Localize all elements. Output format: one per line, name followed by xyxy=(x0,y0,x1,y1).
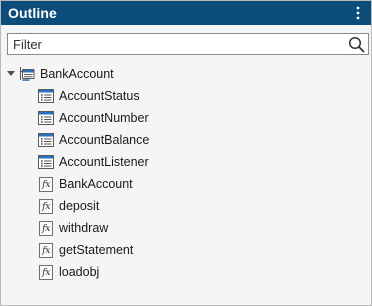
tree-property-item[interactable]: AccountListener xyxy=(1,151,371,173)
panel-titlebar: Outline xyxy=(1,1,371,25)
tree-method-item[interactable]: fx withdraw xyxy=(1,217,371,239)
property-icon xyxy=(38,154,54,170)
tree-item-label: deposit xyxy=(59,199,100,213)
tree-root-label: BankAccount xyxy=(40,67,114,81)
tree-property-item[interactable]: AccountStatus xyxy=(1,85,371,107)
property-icon xyxy=(38,110,54,126)
tree-property-item[interactable]: AccountBalance xyxy=(1,129,371,151)
expand-arrow-icon[interactable] xyxy=(6,70,15,79)
tree-item-label: getStatement xyxy=(59,243,134,257)
outline-tree: BankAccount AccountStatus AccountNumber … xyxy=(1,63,371,283)
class-icon xyxy=(19,66,35,82)
function-icon: fx xyxy=(39,264,53,280)
tree-property-item[interactable]: AccountNumber xyxy=(1,107,371,129)
filter-input[interactable] xyxy=(8,34,338,54)
tree-method-item[interactable]: fx getStatement xyxy=(1,239,371,261)
property-icon xyxy=(38,132,54,148)
tree-item-label: withdraw xyxy=(59,221,109,235)
property-icon xyxy=(38,88,54,104)
tree-method-item[interactable]: fx loadobj xyxy=(1,261,371,283)
function-icon: fx xyxy=(39,198,53,214)
tree-root-node[interactable]: BankAccount xyxy=(1,63,371,85)
search-icon[interactable] xyxy=(346,35,366,53)
function-icon: fx xyxy=(39,220,53,236)
tree-item-label: AccountStatus xyxy=(59,89,140,103)
tree-method-item[interactable]: fx deposit xyxy=(1,195,371,217)
panel-title: Outline xyxy=(8,5,57,21)
tree-item-label: loadobj xyxy=(59,265,100,279)
tree-item-label: AccountNumber xyxy=(59,111,149,125)
outline-panel: Outline Filter BankAccount AccountStatus… xyxy=(0,0,372,306)
function-icon: fx xyxy=(39,176,53,192)
tree-item-label: BankAccount xyxy=(59,177,133,191)
tree-item-label: AccountBalance xyxy=(59,133,150,147)
filter-box xyxy=(7,33,369,55)
tree-item-label: AccountListener xyxy=(59,155,149,169)
function-icon: fx xyxy=(39,242,53,258)
tree-method-item[interactable]: fx BankAccount xyxy=(1,173,371,195)
vertical-ellipsis-icon[interactable] xyxy=(351,4,365,22)
